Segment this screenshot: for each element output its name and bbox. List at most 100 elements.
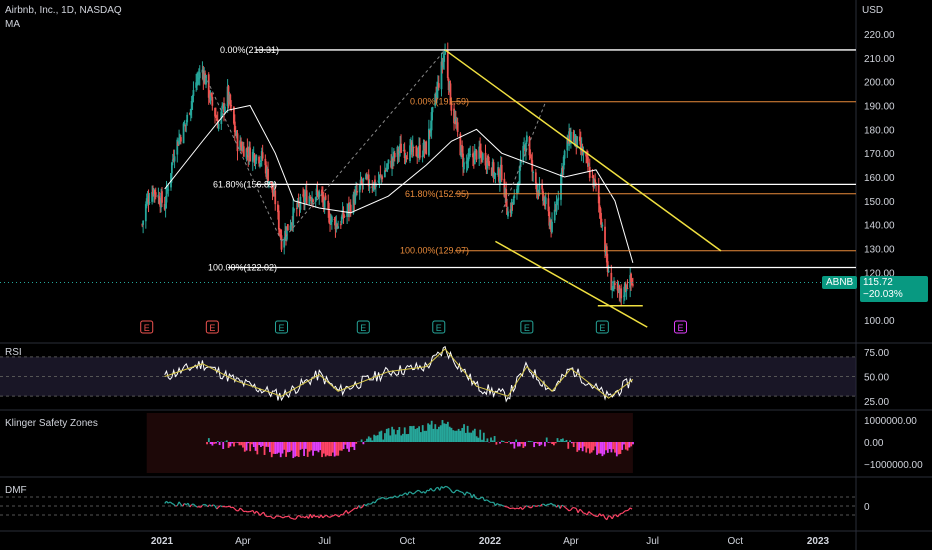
dmf-line (448, 487, 451, 491)
klinger-bar (367, 436, 370, 442)
candle-body (488, 161, 491, 167)
klinger-bar (502, 440, 505, 442)
currency-label: USD (862, 5, 884, 16)
candle-body (400, 143, 402, 153)
dmf-line (383, 497, 387, 500)
dmf-line (536, 504, 539, 507)
klinger-bar (301, 442, 304, 449)
time-tick-label: Oct (400, 536, 416, 547)
klinger-bar (328, 442, 331, 457)
klinger-bar (511, 442, 514, 444)
klinger-bar (621, 442, 624, 450)
klinger-bar (218, 442, 221, 446)
klinger-bar (518, 442, 521, 447)
klinger-bar (529, 441, 532, 442)
klinger-bar (409, 426, 412, 442)
candle-body (167, 189, 170, 191)
candle-body (312, 199, 314, 203)
dmf-line (617, 514, 620, 518)
klinger-bar (632, 442, 634, 445)
klinger-bar (436, 429, 438, 442)
dmf-line (475, 497, 478, 500)
klinger-bar (561, 438, 564, 442)
klinger-bar (448, 426, 451, 442)
candle-body (601, 224, 604, 227)
price-tick-label: 210.00 (864, 54, 895, 65)
klinger-bar (247, 442, 250, 444)
klinger-bar (491, 440, 494, 442)
klinger-bar (285, 442, 288, 457)
klinger-bar (439, 425, 442, 442)
klinger-bar (615, 442, 618, 457)
klinger-bar (517, 442, 519, 447)
dmf-line (446, 486, 449, 489)
klinger-bar (411, 426, 413, 442)
candle-body (563, 150, 566, 159)
dmf-line (449, 489, 453, 493)
klinger-tick-label: 0.00 (864, 438, 884, 449)
klinger-bar (251, 442, 253, 445)
klinger-bar (432, 428, 435, 442)
dmf-line (301, 516, 304, 518)
dmf-line (220, 505, 223, 508)
dmf-line (588, 511, 592, 514)
klinger-bar (405, 434, 408, 442)
klinger-bar (304, 442, 307, 449)
klinger-bar (628, 442, 631, 448)
candle-body (531, 160, 534, 172)
klinger-bar (486, 438, 489, 442)
candle-body (337, 226, 340, 229)
klinger-bar (398, 427, 401, 442)
candle-body (532, 171, 535, 173)
klinger-bar (376, 435, 379, 442)
klinger-bar (630, 442, 633, 447)
time-tick-label: Apr (563, 536, 579, 547)
klinger-bar (315, 442, 318, 451)
klinger-bar (321, 442, 323, 458)
candle-body (557, 197, 560, 201)
klinger-bar (342, 442, 345, 450)
chart-canvas[interactable]: 220.00 210.00 200.00 190.00 180.00 170.00 160.… (0, 0, 932, 550)
candle-body (517, 185, 520, 187)
chart-title: Airbnb, Inc., 1D, NASDAQ (5, 5, 122, 16)
ma-indicator-label[interactable]: MA (5, 19, 20, 30)
trendline (444, 49, 722, 252)
klinger-bar (308, 442, 311, 452)
time-tick-label: Apr (235, 536, 251, 547)
dmf-line (338, 514, 342, 518)
klinger-bar (252, 442, 255, 447)
klinger-bar (207, 438, 210, 442)
klinger-bar (389, 435, 392, 442)
klinger-bar (468, 432, 471, 442)
klinger-bar (416, 428, 419, 442)
klinger-bar (421, 425, 424, 442)
dmf-line (360, 506, 363, 509)
price-tick-label: 100.00 (864, 316, 895, 327)
klinger-title: Klinger Safety Zones (5, 418, 98, 429)
candle-body (318, 191, 321, 198)
klinger-bar (506, 442, 509, 444)
klinger-bar (297, 442, 300, 457)
klinger-bar (524, 442, 527, 447)
candle-body (362, 177, 365, 182)
klinger-bar (371, 440, 374, 442)
dmf-line (507, 506, 511, 510)
candle-body (500, 164, 503, 181)
klinger-bar (441, 420, 444, 442)
dmf-line (594, 515, 597, 517)
klinger-bar (437, 426, 440, 442)
klinger-bar (567, 442, 570, 449)
dmf-line (347, 511, 351, 514)
klinger-bar (493, 436, 496, 442)
candle-body (293, 209, 295, 211)
dmf-line (543, 503, 547, 507)
dmf-line (322, 515, 326, 519)
dmf-line (550, 502, 554, 506)
dmf-line (606, 515, 610, 521)
klinger-bar (385, 428, 388, 442)
klinger-bar (265, 442, 268, 447)
dmf-line (173, 503, 176, 507)
klinger-bar (369, 437, 372, 442)
klinger-bar (281, 442, 284, 454)
candle-body (224, 106, 226, 113)
